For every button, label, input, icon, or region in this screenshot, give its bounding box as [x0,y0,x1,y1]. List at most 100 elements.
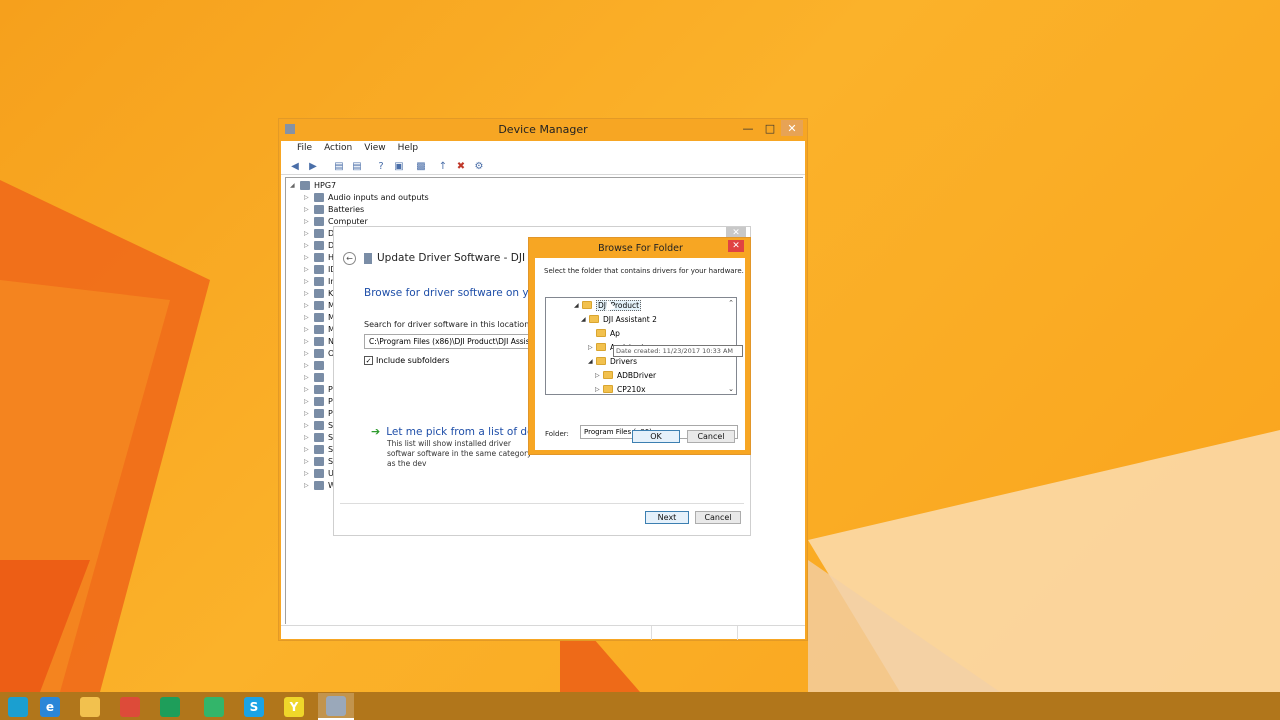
back-button[interactable]: ← [343,252,356,265]
expand-arrow-icon[interactable]: ▷ [304,374,314,381]
show-hide-icon[interactable]: ▤ [331,159,347,173]
expand-arrow-icon[interactable]: ▷ [304,434,314,441]
maximize-button[interactable]: □ [759,120,781,136]
folder-label-text: CP210x [617,384,646,394]
device-manager-titlebar[interactable]: Device Manager — □ ✕ [279,119,807,141]
taskbar-device-manager[interactable] [318,693,354,720]
expand-arrow-icon[interactable]: ▷ [304,266,314,273]
tree-expand-icon[interactable]: ▷ [595,372,603,379]
taskbar-start-button[interactable] [0,693,36,720]
next-button[interactable]: Next [645,511,689,524]
expand-arrow-icon[interactable]: ▷ [304,470,314,477]
device-category-row[interactable]: ▷Hi [304,251,336,263]
expand-arrow-icon[interactable]: ▷ [304,230,314,237]
expand-arrow-icon[interactable]: ▷ [304,218,314,225]
menu-help[interactable]: Help [392,141,425,157]
properties-list-icon[interactable]: ▤ [349,159,365,173]
expand-arrow-icon[interactable]: ▷ [304,242,314,249]
menu-action[interactable]: Action [318,141,358,157]
expand-arrow-icon[interactable]: ▷ [304,458,314,465]
expand-arrow-icon[interactable]: ▷ [304,338,314,345]
expand-arrow-icon[interactable]: ▷ [304,290,314,297]
device-category-row[interactable]: ▷ Pr [304,407,336,419]
expand-arrow-icon[interactable]: ▷ [304,314,314,321]
expand-arrow-icon[interactable]: ▷ [304,194,314,201]
taskbar-yahoo[interactable]: Y [276,693,312,720]
expand-arrow-icon[interactable]: ▷ [304,302,314,309]
folder-tree-item[interactable]: ◢ DJI Assistant 2 [581,313,657,325]
taskbar-skype[interactable]: S [236,693,272,720]
scan-hardware-icon[interactable]: ▩ [413,159,429,173]
device-category-icon [314,348,324,358]
menu-view[interactable]: View [358,141,391,157]
chrome-icon [120,696,140,717]
tree-expand-icon[interactable]: ◢ [581,316,589,323]
device-category-row[interactable]: ▷Di [304,227,336,239]
taskbar-file-explorer[interactable] [72,693,108,720]
device-category-row[interactable]: ▷ M [304,311,335,323]
expand-arrow-icon[interactable]: ▷ [304,362,314,369]
device-category-row[interactable]: ▷ Audio inputs and outputs [304,191,429,203]
ok-button[interactable]: OK [632,430,680,443]
checkbox-checked-icon[interactable]: ✓ [364,356,373,365]
cancel-button[interactable]: Cancel [695,511,741,524]
properties-icon[interactable]: ▣ [391,159,407,173]
device-category-icon [314,372,324,382]
scroll-up-icon[interactable]: ⌃ [728,299,734,307]
folder-tree-item[interactable]: ▷ ADBDriver [595,369,656,381]
tree-root-label: HPG7 [314,180,337,190]
folder-tree-item[interactable]: Ap [588,327,620,339]
expand-arrow-icon[interactable]: ▷ [304,350,314,357]
device-category-row[interactable]: ▷ Batteries [304,203,364,215]
scroll-down-icon[interactable]: ⌄ [728,385,734,393]
yahoo-icon: Y [284,696,304,717]
expand-arrow-icon[interactable]: ▷ [304,398,314,405]
tree-root[interactable]: ◢ HPG7 [290,179,336,191]
expand-arrow-icon[interactable]: ▷ [304,386,314,393]
close-button[interactable]: ✕ [781,120,803,136]
device-category-row[interactable]: ▷ M [304,299,335,311]
taskbar-store[interactable] [152,693,188,720]
menu-file[interactable]: File [291,141,318,157]
expand-arrow-icon[interactable]: ◢ [290,182,300,189]
device-category-row[interactable]: ▷St [304,443,336,455]
device-category-row[interactable]: ▷ M [304,323,335,335]
tree-expand-icon[interactable]: ▷ [595,386,603,393]
folder-tree-item[interactable]: ▷ CP210x [595,383,646,394]
tree-expand-icon[interactable]: ◢ [588,358,596,365]
minimize-button[interactable]: — [737,120,759,136]
device-category-row[interactable]: ▷ID [304,263,337,275]
expand-arrow-icon[interactable]: ▷ [304,278,314,285]
browse-close-button[interactable]: ✕ [728,240,744,252]
device-category-row[interactable]: ▷ Pr [304,383,336,395]
tree-expand-icon[interactable]: ◢ [574,302,582,309]
enable-device-icon[interactable]: ⚙ [471,159,487,173]
taskbar-chrome[interactable] [112,693,148,720]
taskbar-internet-explorer[interactable]: e [32,693,68,720]
device-category-row[interactable]: ▷ Pr [304,395,336,407]
expand-arrow-icon[interactable]: ▷ [304,482,314,489]
expand-arrow-icon[interactable]: ▷ [304,446,314,453]
uninstall-icon[interactable]: ✖ [453,159,469,173]
update-driver-icon[interactable]: ↑ [435,159,451,173]
device-category-icon [314,300,324,310]
device-category-row[interactable]: ▷ W [304,479,336,491]
device-category-row[interactable]: ▷ [304,371,328,383]
taskbar-media-app[interactable] [196,693,232,720]
device-category-row[interactable]: ▷ [304,359,328,371]
include-subfolders-label: Include subfolders [376,356,450,365]
back-icon[interactable]: ◀ [287,159,303,173]
help-icon[interactable]: ? [373,159,389,173]
tree-expand-icon[interactable]: ▷ [588,344,596,351]
device-category-icon [314,432,324,442]
forward-icon[interactable]: ▶ [305,159,321,173]
expand-arrow-icon[interactable]: ▷ [304,422,314,429]
expand-arrow-icon[interactable]: ▷ [304,206,314,213]
expand-arrow-icon[interactable]: ▷ [304,254,314,261]
include-subfolders-checkbox[interactable]: ✓ Include subfolders [364,356,449,365]
device-category-row[interactable]: ▷Di [304,239,336,251]
browse-cancel-button[interactable]: Cancel [687,430,735,443]
device-category-icon [314,192,324,202]
expand-arrow-icon[interactable]: ▷ [304,410,314,417]
expand-arrow-icon[interactable]: ▷ [304,326,314,333]
